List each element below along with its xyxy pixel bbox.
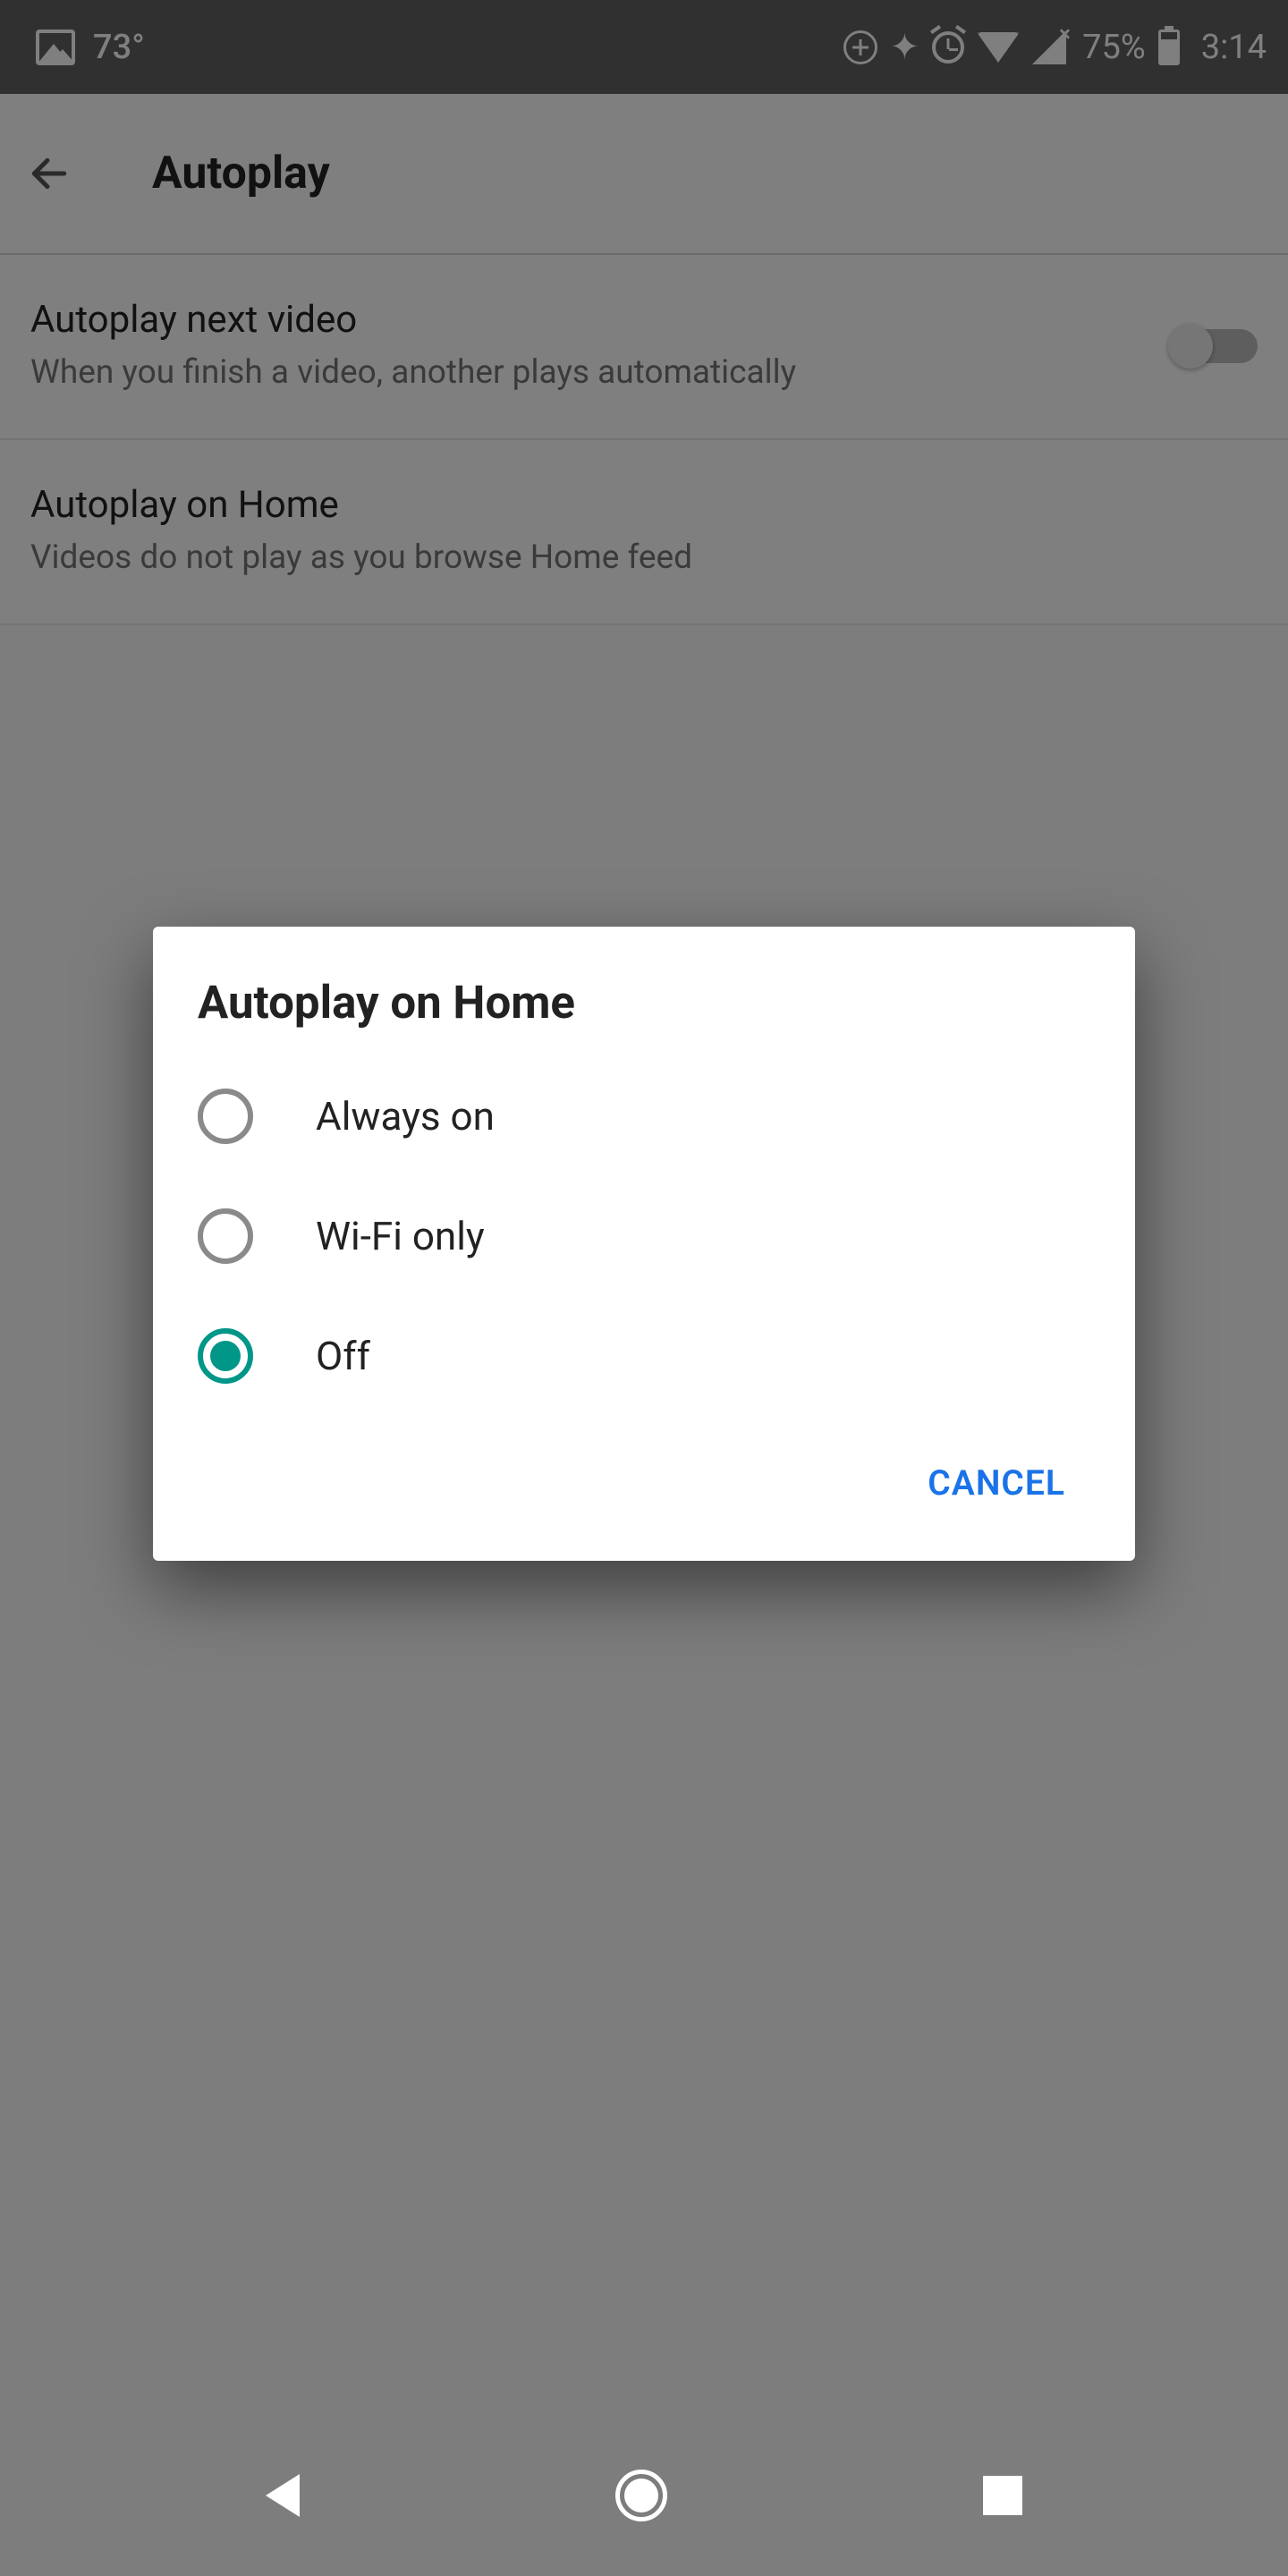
radio-icon [198, 1089, 253, 1144]
radio-icon [198, 1208, 253, 1264]
autoplay-on-home-dialog: Autoplay on Home Always on Wi-Fi only Of… [153, 927, 1135, 1561]
nav-home-icon[interactable] [615, 2470, 667, 2521]
radio-option-off[interactable]: Off [153, 1296, 1135, 1416]
radio-label: Off [316, 1333, 370, 1379]
nav-back-icon[interactable] [266, 2474, 300, 2517]
nav-recent-icon[interactable] [983, 2476, 1022, 2515]
dialog-actions: CANCEL [153, 1416, 1135, 1536]
radio-label: Always on [316, 1093, 495, 1140]
radio-option-wifi-only[interactable]: Wi-Fi only [153, 1176, 1135, 1296]
cancel-button[interactable]: CANCEL [902, 1452, 1090, 1514]
android-nav-bar [0, 2415, 1288, 2576]
dialog-title: Autoplay on Home [153, 977, 1135, 1056]
radio-icon [198, 1328, 253, 1384]
radio-label: Wi-Fi only [316, 1213, 485, 1259]
radio-option-always-on[interactable]: Always on [153, 1056, 1135, 1176]
